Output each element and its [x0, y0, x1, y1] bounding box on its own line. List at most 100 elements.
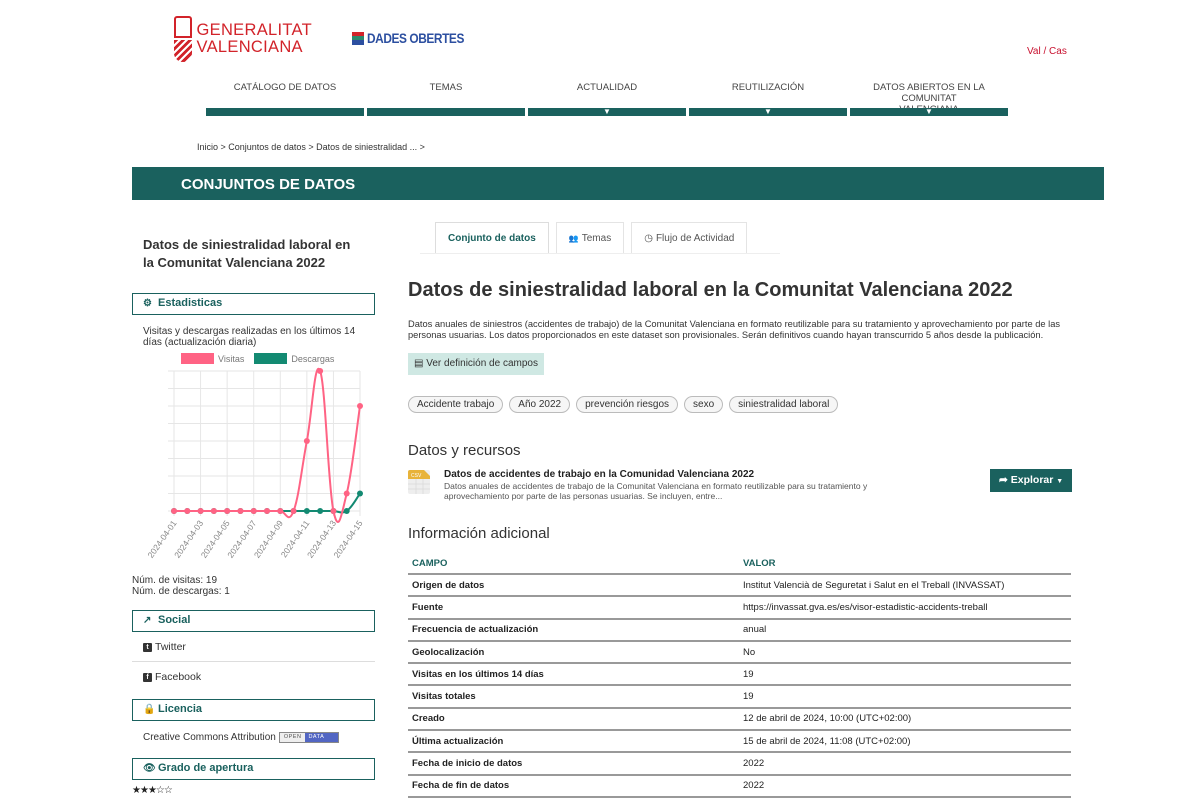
field-value: https://invassat.gva.es/es/visor-estadis… [739, 596, 1071, 620]
data-point-visitas [250, 508, 257, 514]
divider [132, 661, 375, 662]
main-nav: CATÁLOGO DE DATOS TEMAS ACTUALIDAD ▼ REUT… [206, 78, 1008, 116]
portal-logo-text: DADES OBERTES [367, 30, 464, 46]
data-point-visitas [277, 508, 284, 514]
tag[interactable]: Accidente trabajo [408, 396, 504, 413]
field-name: Creado [408, 707, 739, 732]
star-filled-icon: ★ [147, 785, 157, 796]
tab-conjunto-de-datos[interactable]: Conjunto de datos [435, 222, 549, 253]
tag[interactable]: siniestralidad laboral [729, 396, 839, 413]
tag-list: Accidente trabajo Año 2022 prevención ri… [408, 396, 839, 413]
star-empty-icon: ☆ [155, 785, 165, 796]
data-point-visitas [184, 508, 191, 514]
field-value: 2022 [739, 774, 1071, 798]
dropdown-caret-icon: ▼ [925, 107, 933, 116]
field-name: Última actualización [408, 730, 739, 754]
table-row: Visitas en los últimos 14 días 19 [408, 663, 1071, 687]
facebook-icon: f [143, 672, 152, 682]
table-row: Origen de datos Institut Valencià de Segu… [408, 574, 1071, 598]
nav-item-temas[interactable]: TEMAS [367, 78, 525, 116]
field-name: Fecha de inicio de datos [408, 752, 739, 776]
tab-temas[interactable]: 👥 Temas [555, 222, 625, 253]
breadcrumb-inicio[interactable]: Inicio [197, 142, 218, 152]
table-row: Geolocalización No [408, 640, 1071, 665]
dades-obertes-logo[interactable]: DADES OBERTES [352, 30, 481, 46]
nav-item-actualidad[interactable]: ACTUALIDAD ▼ [528, 78, 686, 116]
data-point-descargas [317, 508, 324, 514]
field-value: anual [739, 618, 1071, 642]
tab-flujo-actividad[interactable]: ◷ Flujo de Actividad [631, 222, 748, 253]
stats-heading: ⚙ Estadisticas [132, 293, 375, 315]
additional-info-heading: Información adicional [408, 525, 550, 542]
nav-item-reutilizacion[interactable]: REUTILIZACIÓN ▼ [689, 78, 847, 116]
users-icon: 👥 [568, 234, 579, 243]
fields-definition-button[interactable]: ▤ Ver definición de campos [408, 353, 544, 375]
dataset-description: Datos anuales de siniestros (accidentes … [408, 319, 1061, 340]
tag[interactable]: prevención riesgos [576, 396, 679, 413]
legend-label-visitas: Visitas [218, 353, 245, 364]
additional-info-table: CAMPO VALOR Origen de datos Institut Vale… [408, 554, 1071, 798]
language-switch[interactable]: Val / Cas [1027, 46, 1067, 57]
data-point-visitas [237, 508, 244, 514]
column-header-campo: CAMPO [408, 554, 739, 575]
data-point-descargas [343, 508, 350, 514]
svg-text:CSV: CSV [411, 473, 422, 479]
breadcrumb-current[interactable]: Datos de siniestralidad ... [316, 142, 417, 152]
data-point-visitas [290, 508, 297, 514]
csv-file-icon: CSV [408, 470, 430, 494]
tab-bar: Conjunto de datos 👥 Temas ◷ Flujo de Activ… [435, 222, 748, 253]
stats-chart: 2024-04-012024-04-032024-04-052024-04-07… [146, 367, 365, 560]
legend-swatch-visitas[interactable] [181, 353, 214, 364]
page-title: Datos de siniestralidad laboral en la Co… [408, 279, 1013, 301]
field-name: Geolocalización [408, 640, 739, 665]
table-row: Visitas totales 19 [408, 685, 1071, 709]
nav-item-catalogo[interactable]: CATÁLOGO DE DATOS [206, 78, 364, 116]
star-filled-icon: ★ [132, 785, 141, 796]
star-empty-icon: ☆ [163, 785, 173, 796]
legend-swatch-descargas[interactable] [254, 353, 288, 364]
brand-line-2: VALENCIANA [196, 38, 303, 56]
data-point-visitas [303, 438, 310, 444]
license-info: Creative Commons Attribution OPEN DATA [143, 732, 340, 743]
table-row: Última actualización 15 de abril de 2024,… [408, 730, 1071, 754]
data-point-visitas [197, 508, 204, 514]
nav-item-datos-abiertos-cv[interactable]: DATOS ABIERTOS EN LA COMUNITAT VALENCIAN… [850, 78, 1008, 116]
field-value: 2022 [739, 752, 1071, 776]
stats-description: Visitas y descargas realizadas en los úl… [143, 326, 356, 348]
share-arrow-icon: ➦ [999, 474, 1008, 486]
data-point-visitas [357, 403, 363, 409]
caret-down-icon: ▼ [1056, 478, 1064, 485]
explore-button[interactable]: ➦ Explorar ▼ [990, 469, 1072, 492]
coat-of-arms-icon [172, 14, 192, 64]
data-point-descargas [357, 490, 363, 497]
license-text[interactable]: Creative Commons Attribution [143, 732, 276, 743]
twitter-link[interactable]: t Twitter [143, 641, 186, 653]
field-value: 19 [739, 663, 1071, 687]
open-data-badge[interactable]: OPEN DATA [278, 732, 340, 743]
brand-line-1: GENERALITAT [196, 21, 312, 39]
gear-icon: ⚙ [143, 298, 152, 309]
field-name: Visitas totales [408, 685, 739, 709]
table-icon: ▤ [414, 358, 424, 369]
section-banner: CONJUNTOS DE DATOS [132, 167, 1104, 200]
data-point-visitas [171, 508, 177, 514]
field-value: Institut Valencià de Seguretat i Salut e… [739, 574, 1071, 598]
facebook-link[interactable]: f Facebook [143, 671, 201, 683]
field-name: Frecuencia de actualización [408, 618, 739, 642]
legend-label-descargas: Descargas [291, 353, 335, 364]
data-point-visitas [264, 508, 270, 514]
table-row: Frecuencia de actualización anual [408, 618, 1071, 642]
generalitat-logo[interactable]: GENERALITAT VALENCIANA [172, 14, 312, 64]
field-value: 19 [739, 685, 1071, 709]
tag[interactable]: Año 2022 [509, 396, 571, 413]
tag[interactable]: sexo [684, 396, 724, 413]
license-heading: 🔒 Licencia [132, 699, 375, 721]
clock-icon: ◷ [644, 233, 653, 244]
data-point-visitas [210, 508, 217, 514]
share-icon: ↗ [143, 615, 152, 626]
field-name: Visitas en los últimos 14 días [408, 663, 739, 687]
openness-stars: ★★★☆☆ [132, 785, 173, 796]
data-point-visitas [330, 508, 337, 514]
resource-title[interactable]: Datos de accidentes de trabajo en la Com… [444, 469, 754, 480]
breadcrumb-conjuntos[interactable]: Conjuntos de datos [228, 142, 306, 152]
